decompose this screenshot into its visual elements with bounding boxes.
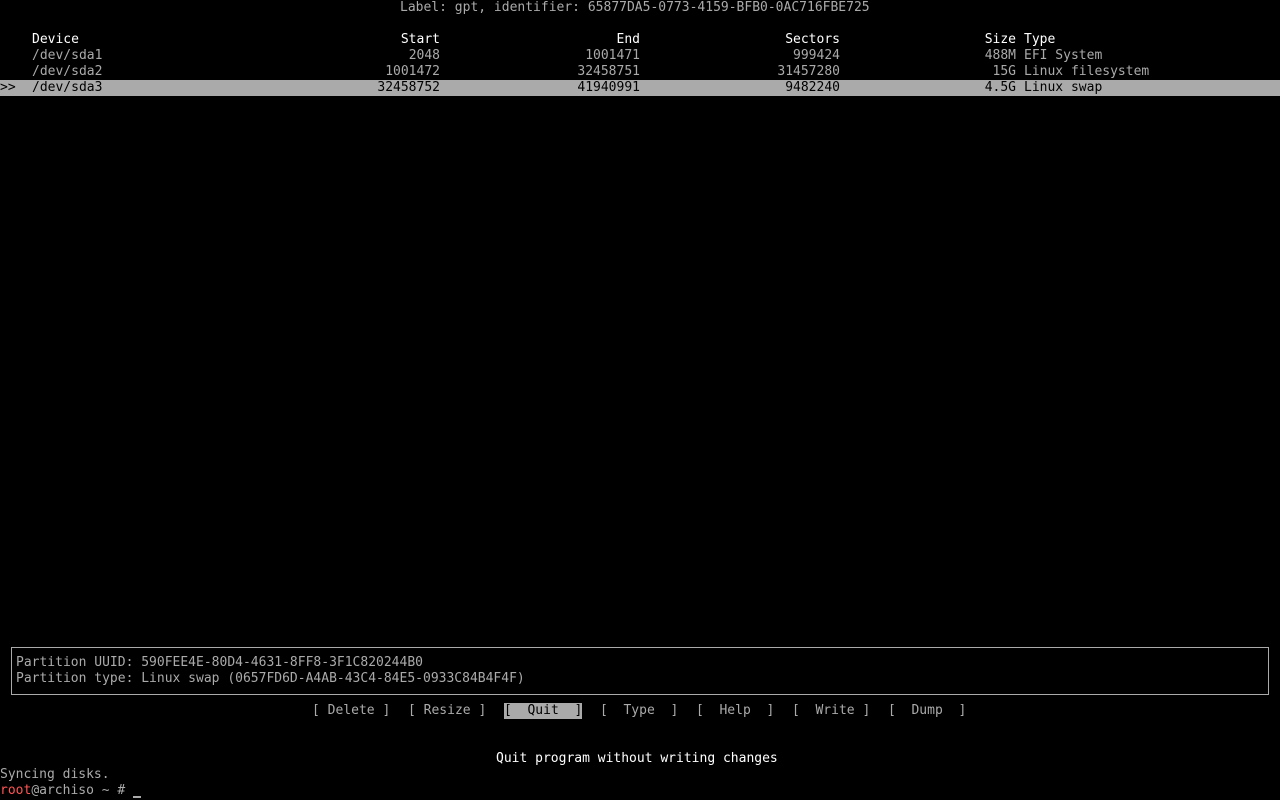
row-start: 1001472: [385, 64, 440, 79]
row-sectors: 999424: [793, 48, 840, 63]
terminal-output: Syncing disks.: [0, 767, 1280, 783]
action-hint: Quit program without writing changes: [496, 751, 778, 766]
row-end: 1001471: [585, 48, 640, 63]
col-end: End: [616, 32, 640, 47]
row-type: EFI System: [1024, 48, 1103, 63]
row-device: /dev/sda3: [32, 80, 103, 95]
col-start: Start: [400, 32, 440, 47]
write-button[interactable]: [ Write ]: [792, 703, 870, 719]
cursor-icon: [133, 796, 142, 798]
row-start: 2048: [408, 48, 440, 63]
table-row[interactable]: /dev/sda2 1001472 32458751 31457280 15G …: [0, 64, 1280, 80]
disk-label: Label: gpt, identifier: 65877DA5-0773-41…: [400, 0, 870, 15]
shell-prompt[interactable]: root@archiso ~ #: [0, 783, 1280, 799]
row-end: 32458751: [577, 64, 640, 79]
row-sectors: 9482240: [785, 80, 840, 95]
help-button[interactable]: [ Help ]: [696, 703, 774, 719]
row-size: 15G: [992, 64, 1016, 79]
row-size: 488M: [984, 48, 1016, 63]
row-type: Linux swap: [1024, 80, 1103, 95]
syncing-message: Syncing disks.: [0, 767, 110, 782]
prompt-host: @archiso ~ #: [31, 783, 134, 798]
table-row-selected[interactable]: >> /dev/sda3 32458752 41940991 9482240 4…: [0, 80, 1280, 96]
partition-type-info: Partition type: Linux swap (0657FD6D-A4A…: [16, 671, 525, 686]
partition-uuid: Partition UUID: 590FEE4E-80D4-4631-8FF8-…: [16, 655, 423, 670]
selection-marker: >>: [0, 80, 16, 95]
row-start: 32458752: [377, 80, 440, 95]
type-button[interactable]: [ Type ]: [600, 703, 678, 719]
row-end: 41940991: [577, 80, 640, 95]
col-type: Type: [1024, 32, 1056, 47]
col-size: Size: [984, 32, 1016, 47]
col-device: Device: [32, 32, 79, 47]
disk-label-line: Label: gpt, identifier: 65877DA5-0773-41…: [0, 0, 1280, 16]
row-type: Linux filesystem: [1024, 64, 1150, 79]
delete-button[interactable]: [ Delete ]: [312, 703, 390, 719]
row-sectors: 31457280: [777, 64, 840, 79]
resize-button[interactable]: [ Resize ]: [408, 703, 486, 719]
row-device: /dev/sda2: [32, 64, 103, 79]
table-row[interactable]: /dev/sda1 2048 1001471 999424 488M EFI S…: [0, 48, 1280, 64]
prompt: root@archiso ~ #: [0, 783, 142, 799]
row-size: 4.5G: [984, 80, 1016, 95]
quit-button[interactable]: [ Quit ]: [504, 703, 583, 719]
partition-info-box: Partition UUID: 590FEE4E-80D4-4631-8FF8-…: [11, 647, 1269, 695]
dump-button[interactable]: [ Dump ]: [888, 703, 966, 719]
row-device: /dev/sda1: [32, 48, 103, 63]
hint-line: Quit program without writing changes: [0, 751, 1280, 767]
table-header: Device Start End Sectors Size Type: [0, 32, 1280, 48]
col-sectors: Sectors: [785, 32, 840, 47]
prompt-user: root: [0, 783, 32, 798]
